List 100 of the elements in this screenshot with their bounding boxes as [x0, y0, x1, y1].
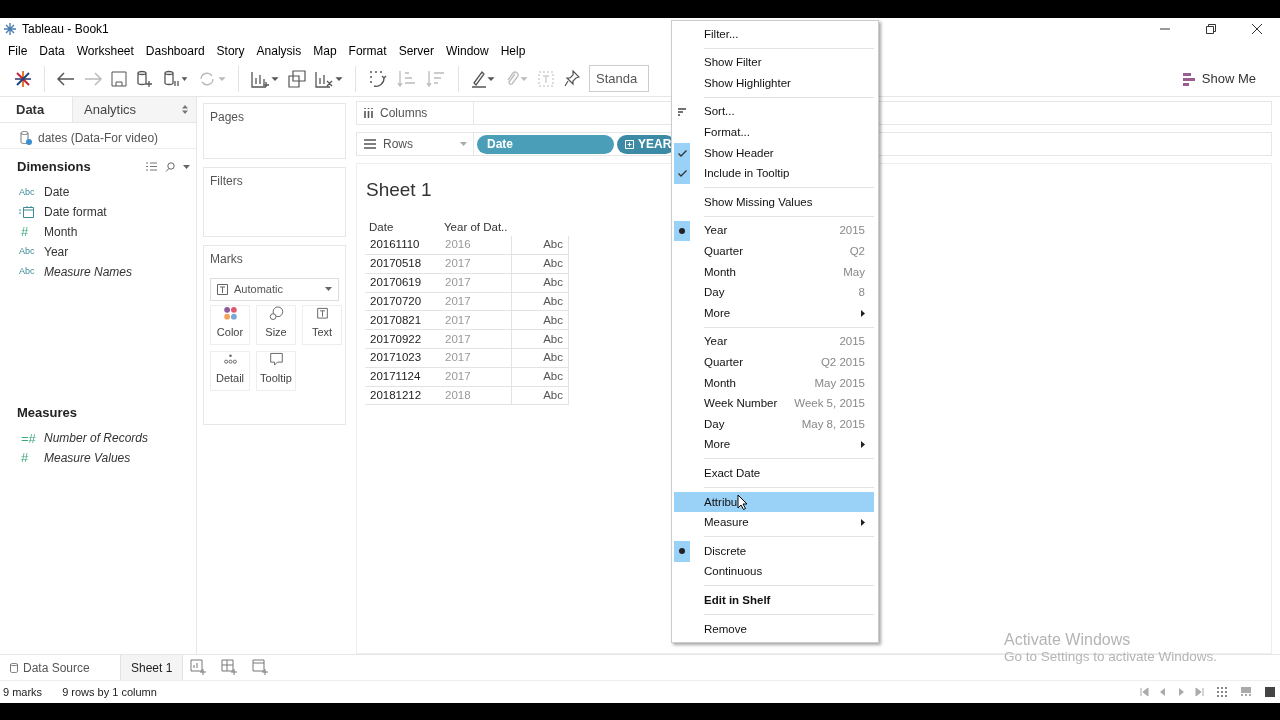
table-cell: 20161110	[365, 235, 440, 255]
swap-icon[interactable]	[368, 69, 388, 88]
list-view-icon[interactable]	[146, 162, 157, 172]
search-icon[interactable]	[165, 161, 175, 172]
table-cell: Abc	[511, 310, 569, 330]
menu-item[interactable]: Exact Date	[674, 463, 874, 484]
mark-property-button[interactable]: Detail	[210, 350, 250, 391]
back-icon[interactable]	[57, 71, 75, 86]
status-text: 9 rows by 1 column	[62, 684, 157, 700]
table-cell: Abc	[511, 292, 569, 311]
text-mark-icon	[217, 283, 228, 295]
menu-item[interactable]: Dashboard	[139, 41, 211, 60]
menu-item[interactable]: Data	[33, 41, 71, 60]
last-page-icon[interactable]	[1194, 687, 1204, 697]
sheet-tab[interactable]: Sheet 1	[120, 655, 184, 680]
grid-view-icon[interactable]	[1216, 686, 1228, 698]
menu-item[interactable]: Help	[494, 41, 532, 60]
field-name[interactable]: Month	[44, 223, 78, 241]
menu-item[interactable]: Week Number Week 5, 2015	[674, 393, 874, 415]
menu-item[interactable]: Continuous	[674, 561, 874, 583]
duplicate-icon[interactable]	[288, 69, 306, 88]
menu-item[interactable]: Analysis	[250, 41, 308, 60]
activation-notice-title: Activate Windows	[1004, 630, 1132, 650]
database-pause-icon[interactable]	[163, 69, 189, 88]
menu-item[interactable]: Discrete	[674, 541, 874, 562]
menu-item[interactable]: Include in Tooltip	[674, 163, 874, 185]
mark-property-button[interactable]: Size	[256, 304, 296, 345]
menu-item[interactable]: Sort...	[674, 101, 874, 123]
logo-icon[interactable]	[14, 69, 32, 88]
field-name[interactable]: Number of Records	[44, 429, 149, 448]
mark-type-dropdown[interactable]: Automatic	[210, 278, 339, 301]
save-icon[interactable]	[111, 70, 127, 87]
fit-dropdown[interactable]: Standa	[589, 64, 649, 93]
mark-property-button[interactable]: Text	[302, 304, 342, 345]
menu-item[interactable]: Server	[392, 41, 440, 60]
table-cell: 2017	[440, 329, 512, 349]
menu-item[interactable]: Filter...	[674, 24, 874, 45]
table-cell: Abc	[511, 254, 569, 274]
menu-item[interactable]: Day 8	[674, 282, 874, 304]
next-page-icon[interactable]	[1176, 687, 1186, 697]
pin-icon[interactable]	[564, 69, 580, 88]
dropdown-caret-icon[interactable]	[183, 164, 190, 169]
menu-item[interactable]: More	[674, 434, 874, 456]
sort-icon	[678, 108, 686, 117]
data-source-name[interactable]: dates (Data-For video)	[38, 128, 159, 147]
table-cell: Abc	[511, 367, 569, 387]
field-name[interactable]: Date	[44, 183, 70, 202]
previous-page-icon[interactable]	[1158, 687, 1168, 697]
menu-item[interactable]: Month May 2015	[674, 372, 874, 394]
new-worksheet-icon[interactable]	[251, 69, 279, 88]
menu-item[interactable]: Story	[210, 41, 251, 60]
tab-view-icon[interactable]	[1264, 686, 1276, 698]
database-icon	[10, 662, 18, 673]
highlight-icon[interactable]	[471, 69, 495, 88]
menu-item[interactable]: Measure	[674, 512, 874, 534]
field-name[interactable]: Year	[44, 242, 69, 261]
show-me-button[interactable]: Show Me	[1181, 68, 1256, 89]
table-cell: 2017	[440, 254, 512, 274]
restore-icon[interactable]	[1206, 24, 1216, 34]
calendar-icon	[19, 206, 34, 219]
clear-sheet-icon[interactable]	[315, 69, 343, 88]
menu-item[interactable]: Format	[342, 41, 393, 60]
menu-item[interactable]: Edit in Shelf	[674, 590, 874, 611]
menu-item[interactable]: Window	[439, 41, 495, 60]
menu-item[interactable]: Month May	[674, 261, 874, 283]
table-cell: 2018	[440, 386, 512, 405]
table-cell: 2017	[440, 367, 512, 387]
table-cell: Abc	[511, 235, 569, 255]
menu-item[interactable]: Quarter Q2 2015	[674, 352, 874, 373]
field-type-label: #	[20, 449, 30, 468]
field-name[interactable]: Measure Values	[44, 449, 131, 468]
field-name[interactable]: Measure Names	[44, 262, 133, 281]
close-icon[interactable]	[1252, 24, 1262, 34]
mark-property-button[interactable]: Tooltip	[256, 350, 296, 391]
menu-item[interactable]: File	[2, 41, 34, 60]
menu-item[interactable]: Map	[307, 41, 343, 60]
first-page-icon[interactable]	[1140, 687, 1150, 697]
menu-item[interactable]: Year 2015	[674, 220, 874, 242]
menu-item[interactable]: Quarter Q2	[674, 241, 874, 262]
table-cell: 2017	[440, 292, 512, 311]
pane-tab[interactable]: Analytics	[72, 97, 196, 122]
field-type-label: #	[20, 223, 30, 242]
menu-item[interactable]: Show Missing Values	[674, 192, 874, 213]
text-icon	[314, 305, 330, 320]
menu-item[interactable]: Day May 8, 2015	[674, 414, 874, 435]
database-add-icon[interactable]	[136, 69, 154, 88]
menu-item[interactable]: More	[674, 303, 874, 324]
field-name[interactable]: Date format	[44, 203, 107, 222]
filmstrip-view-icon[interactable]	[1240, 686, 1252, 698]
menu-item[interactable]: Attribu	[674, 491, 874, 513]
table-cell: 2017	[440, 310, 512, 330]
menu-item[interactable]: Show Filter	[674, 52, 874, 74]
menu-item[interactable]: Worksheet	[70, 41, 140, 60]
menu-item[interactable]: Show Highlighter	[674, 73, 874, 94]
submenu-arrow-icon	[861, 309, 865, 317]
menu-item[interactable]: Remove	[674, 618, 874, 640]
mark-property-button[interactable]: Color	[210, 304, 250, 345]
database-check-icon	[19, 130, 33, 145]
table-cell: Abc	[511, 329, 569, 349]
menu-item[interactable]: Year 2015	[674, 331, 874, 353]
